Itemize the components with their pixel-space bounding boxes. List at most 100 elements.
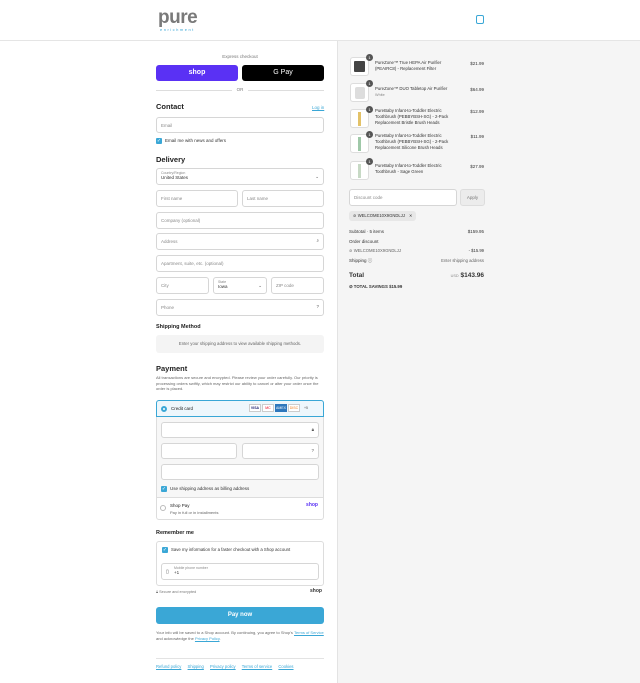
remember-me-heading: Remember me: [156, 530, 194, 536]
terms-link[interactable]: Terms of Service: [294, 630, 324, 635]
city-field[interactable]: City: [156, 277, 209, 294]
total-value-group: USD $143.96: [451, 272, 484, 279]
privacy-link[interactable]: Privacy Policy: [195, 636, 220, 641]
amex-icon: AMEX: [274, 404, 287, 412]
address-placeholder: Address: [161, 239, 178, 244]
checkmark-icon: ✓: [161, 486, 167, 492]
savings-value: $15.99: [389, 284, 403, 289]
shipping-label: Shipping: [349, 258, 367, 263]
radio-selected-icon: [161, 406, 167, 412]
item-title: PureZone™ True HEPA Air Purifier (PEAIRC…: [375, 60, 442, 71]
mastercard-icon: MC: [261, 404, 274, 412]
shipping-value: Enter shipping address: [441, 258, 484, 263]
checkmark-icon: ✓: [156, 138, 162, 144]
item-price: $12.99: [470, 109, 484, 114]
save-info-label: Save my information for a faster checkou…: [171, 547, 291, 553]
more-cards-label: +5: [303, 406, 308, 410]
pay-now-button[interactable]: Pay now: [156, 607, 324, 624]
newsletter-checkbox[interactable]: ✓ Email me with news and offers: [156, 138, 226, 144]
item-price: $64.99: [470, 87, 484, 92]
footer-divider: [156, 658, 324, 659]
item-price: $11.99: [470, 134, 484, 139]
card-number-field[interactable]: 🔒︎: [161, 422, 319, 438]
savings-label: TOTAL SAVINGS: [353, 284, 388, 289]
brand-logo[interactable]: pure: [158, 8, 198, 27]
header: pure enrichment: [0, 0, 640, 41]
lock-icon: 🔒︎: [311, 427, 314, 432]
footer-shipping-link[interactable]: Shipping: [188, 664, 204, 669]
item-price: $27.99: [470, 164, 484, 169]
phone-placeholder: Phone: [161, 305, 175, 310]
quantity-badge: 1: [366, 131, 373, 138]
help-icon[interactable]: ⓘ: [367, 258, 373, 263]
country-value: United States: [161, 175, 189, 180]
legal-end: .: [219, 635, 221, 641]
legal-pre: Your info will be saved to a Shop accoun…: [156, 630, 293, 635]
order-discount-label: Order discount: [349, 239, 379, 244]
phone-field[interactable]: Phone ?: [156, 299, 324, 316]
shipping-row: Shipping ⓘ Enter shipping address: [349, 258, 484, 264]
secure-label: Secure and encrypted: [159, 590, 197, 594]
footer-refund-link[interactable]: Refund policy: [156, 664, 181, 669]
payment-heading: Payment: [156, 364, 188, 373]
delivery-heading: Delivery: [156, 155, 186, 164]
shop-pay-button[interactable]: shop: [156, 65, 238, 81]
last-name-field[interactable]: Last name: [242, 190, 324, 207]
subtotal-row: Subtotal · 5 items $159.95: [349, 229, 484, 234]
shipping-method-note: Enter your shipping address to view avai…: [156, 335, 324, 353]
zip-field[interactable]: ZIP code: [271, 277, 324, 294]
or-divider-label: OR: [232, 87, 248, 92]
total-label: Total: [349, 272, 365, 279]
quantity-badge: 1: [366, 80, 373, 87]
discount-row: ⊘ WELCOME10X9GNDLJJ - $15.99: [349, 248, 484, 253]
security-code-field[interactable]: ?: [242, 443, 319, 459]
expiration-field[interactable]: [161, 443, 237, 459]
savings-row: ⊘ TOTAL SAVINGS $15.99: [349, 284, 484, 290]
billing-checkbox[interactable]: ✓ Use shipping address as billing address: [161, 486, 249, 492]
footer-cookies-link[interactable]: Cookies: [278, 664, 293, 669]
legal-mid: and acknowledge the: [156, 635, 194, 641]
google-pay-button[interactable]: G Pay: [242, 65, 324, 81]
mobile-phone-value: +1: [174, 570, 180, 575]
item-price: $21.99: [470, 61, 484, 66]
country-select[interactable]: Country/Region United States ⌄: [156, 168, 324, 185]
shop-logo: shop: [310, 588, 322, 594]
help-icon[interactable]: ?: [311, 448, 314, 453]
login-link[interactable]: Log in: [312, 105, 324, 110]
footer-privacy-link[interactable]: Privacy policy: [210, 664, 236, 669]
item-title: PureBaby Infant-to-Toddler Electric Toot…: [375, 133, 449, 150]
save-info-checkbox[interactable]: ✓ Save my information for a faster checko…: [162, 547, 290, 553]
remove-discount-icon[interactable]: ✕: [409, 213, 413, 218]
discount-code-label: WELCOME10X9GNDLJJ: [353, 248, 401, 253]
address-field[interactable]: Address ⌕: [156, 233, 324, 250]
name-on-card-field[interactable]: [161, 464, 319, 480]
discount-tag-code: WELCOME10X9GNDLJJ: [357, 213, 405, 218]
shipping-method-heading: Shipping Method: [156, 324, 201, 330]
shop-pay-logo: shop: [306, 502, 318, 508]
search-icon: ⌕: [316, 238, 319, 243]
mobile-phone-field[interactable]: ▯ Mobile phone number +1: [161, 563, 319, 580]
shopping-bag-icon[interactable]: [476, 15, 484, 24]
shop-pay-option[interactable]: Shop Pay Pay in full or in installments …: [156, 497, 324, 520]
subtotal-value: $159.95: [467, 229, 484, 234]
shop-pay-sublabel: Pay in full or in installments: [170, 510, 219, 515]
radio-icon: [160, 505, 166, 511]
quantity-badge: 1: [366, 54, 373, 61]
company-field[interactable]: Company (optional): [156, 212, 324, 229]
discount-code-field[interactable]: Discount code: [349, 189, 457, 206]
total-row: Total USD $143.96: [349, 272, 484, 279]
discount-tag: ⊘ WELCOME10X9GNDLJJ ✕: [349, 211, 417, 221]
total-value: $143.96: [460, 272, 485, 279]
discover-icon: DISC: [287, 404, 300, 412]
help-icon[interactable]: ?: [316, 304, 319, 309]
chevron-down-icon: ⌄: [258, 283, 262, 288]
first-name-field[interactable]: First name: [156, 190, 238, 207]
footer-terms-link[interactable]: Terms of service: [242, 664, 272, 669]
secure-note: 🔒︎ Secure and encrypted: [156, 590, 196, 594]
discount-value: - $15.99: [468, 248, 484, 253]
email-field[interactable]: Email: [156, 117, 324, 133]
apply-button[interactable]: Apply: [460, 189, 485, 206]
apartment-field[interactable]: Apartment, suite, etc. (optional): [156, 255, 324, 272]
state-select[interactable]: State Iowa ⌄: [213, 277, 267, 294]
state-value: Iowa: [218, 284, 228, 289]
